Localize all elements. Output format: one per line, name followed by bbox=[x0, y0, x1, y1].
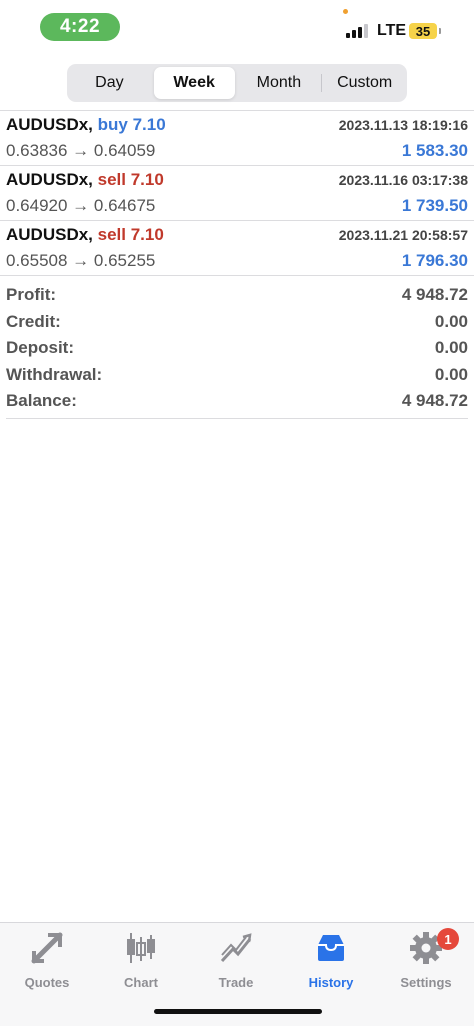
tab-history[interactable]: History bbox=[284, 931, 378, 991]
deal-side: buy 7.10 bbox=[97, 115, 166, 134]
deal-symbol: AUDUSDx, bbox=[6, 225, 93, 244]
deal-row[interactable]: AUDUSDx, sell 7.10 2023.11.21 20:58:57 0… bbox=[0, 221, 474, 276]
summary-label: Credit: bbox=[6, 311, 61, 331]
tab-month[interactable]: Month bbox=[239, 67, 320, 99]
deal-title: AUDUSDx, buy 7.10 bbox=[6, 115, 166, 135]
tab-chart[interactable]: Chart bbox=[94, 931, 188, 991]
tab-label: History bbox=[308, 975, 354, 990]
tab-custom[interactable]: Custom bbox=[324, 67, 405, 99]
deal-profit: 1 739.50 bbox=[401, 196, 468, 215]
privacy-indicator-dot bbox=[343, 9, 348, 14]
deal-row[interactable]: AUDUSDx, buy 7.10 2023.11.13 18:19:16 0.… bbox=[0, 111, 474, 166]
period-segmented-control: Day Week Month Custom bbox=[67, 64, 407, 102]
deal-prices: 0.64920 → 0.64675 bbox=[6, 196, 156, 215]
summary-row-balance: Balance: 4 948.72 bbox=[0, 388, 474, 415]
summary-value: 0.00 bbox=[434, 311, 468, 331]
tab-week[interactable]: Week bbox=[153, 67, 235, 99]
deal-datetime: 2023.11.16 03:17:38 bbox=[338, 172, 468, 188]
tab-label: Quotes bbox=[24, 975, 70, 990]
summary-label: Deposit: bbox=[6, 338, 74, 357]
deal-symbol: AUDUSDx, bbox=[6, 115, 93, 134]
summary-label: Withdrawal: bbox=[6, 364, 103, 384]
deal-prices: 0.63836 → 0.64059 bbox=[6, 141, 156, 160]
history-icon bbox=[318, 935, 344, 961]
summary-value: 0.00 bbox=[434, 364, 468, 384]
summary-value: 0.00 bbox=[434, 338, 468, 357]
summary-row-deposit: Deposit: 0.00 bbox=[0, 335, 474, 362]
tab-quotes[interactable]: Quotes bbox=[0, 931, 94, 991]
deal-row[interactable]: AUDUSDx, sell 7.10 2023.11.16 03:17:38 0… bbox=[0, 166, 474, 221]
summary-row-credit: Credit: 0.00 bbox=[0, 309, 474, 336]
deal-side: sell 7.10 bbox=[97, 225, 164, 244]
network-type: LTE bbox=[377, 22, 407, 39]
deal-title: AUDUSDx, sell 7.10 bbox=[6, 170, 164, 190]
battery-icon: 35 bbox=[409, 23, 441, 39]
summary-label: Balance: bbox=[6, 391, 77, 410]
deal-profit: 1 583.30 bbox=[401, 141, 468, 160]
tab-trade[interactable]: Trade bbox=[189, 931, 283, 991]
summary-value: 4 948.72 bbox=[401, 391, 468, 410]
account-summary: Profit: 4 948.72 Credit: 0.00 Deposit: 0… bbox=[0, 282, 474, 415]
deal-profit: 1 796.30 bbox=[401, 251, 468, 270]
quotes-icon bbox=[31, 932, 63, 964]
settings-notification-badge: 1 bbox=[437, 928, 459, 950]
tab-label: Trade bbox=[218, 975, 254, 990]
deal-side: sell 7.10 bbox=[97, 170, 164, 189]
summary-value: 4 948.72 bbox=[401, 285, 468, 304]
segment-divider bbox=[321, 74, 323, 92]
deal-prices: 0.65508 → 0.65255 bbox=[6, 251, 156, 270]
chart-icon bbox=[127, 933, 155, 963]
status-bar: 4:22 LTE 35 bbox=[0, 0, 474, 60]
deal-title: AUDUSDx, sell 7.10 bbox=[6, 225, 164, 245]
summary-row-profit: Profit: 4 948.72 bbox=[0, 282, 474, 309]
summary-row-withdrawal: Withdrawal: 0.00 bbox=[0, 362, 474, 389]
home-indicator[interactable] bbox=[154, 1009, 322, 1014]
deal-datetime: 2023.11.13 18:19:16 bbox=[338, 117, 468, 133]
trade-icon bbox=[220, 933, 252, 963]
deal-symbol: AUDUSDx, bbox=[6, 170, 93, 189]
summary-bottom-divider bbox=[6, 418, 468, 419]
deals-list: AUDUSDx, buy 7.10 2023.11.13 18:19:16 0.… bbox=[0, 111, 474, 276]
tab-label: Chart bbox=[124, 975, 158, 990]
status-time[interactable]: 4:22 bbox=[40, 13, 120, 41]
tab-label: Settings bbox=[400, 975, 452, 990]
tab-day[interactable]: Day bbox=[69, 67, 150, 99]
summary-label: Profit: bbox=[6, 285, 57, 304]
cellular-signal-icon bbox=[346, 24, 372, 38]
deal-datetime: 2023.11.21 20:58:57 bbox=[338, 227, 468, 243]
